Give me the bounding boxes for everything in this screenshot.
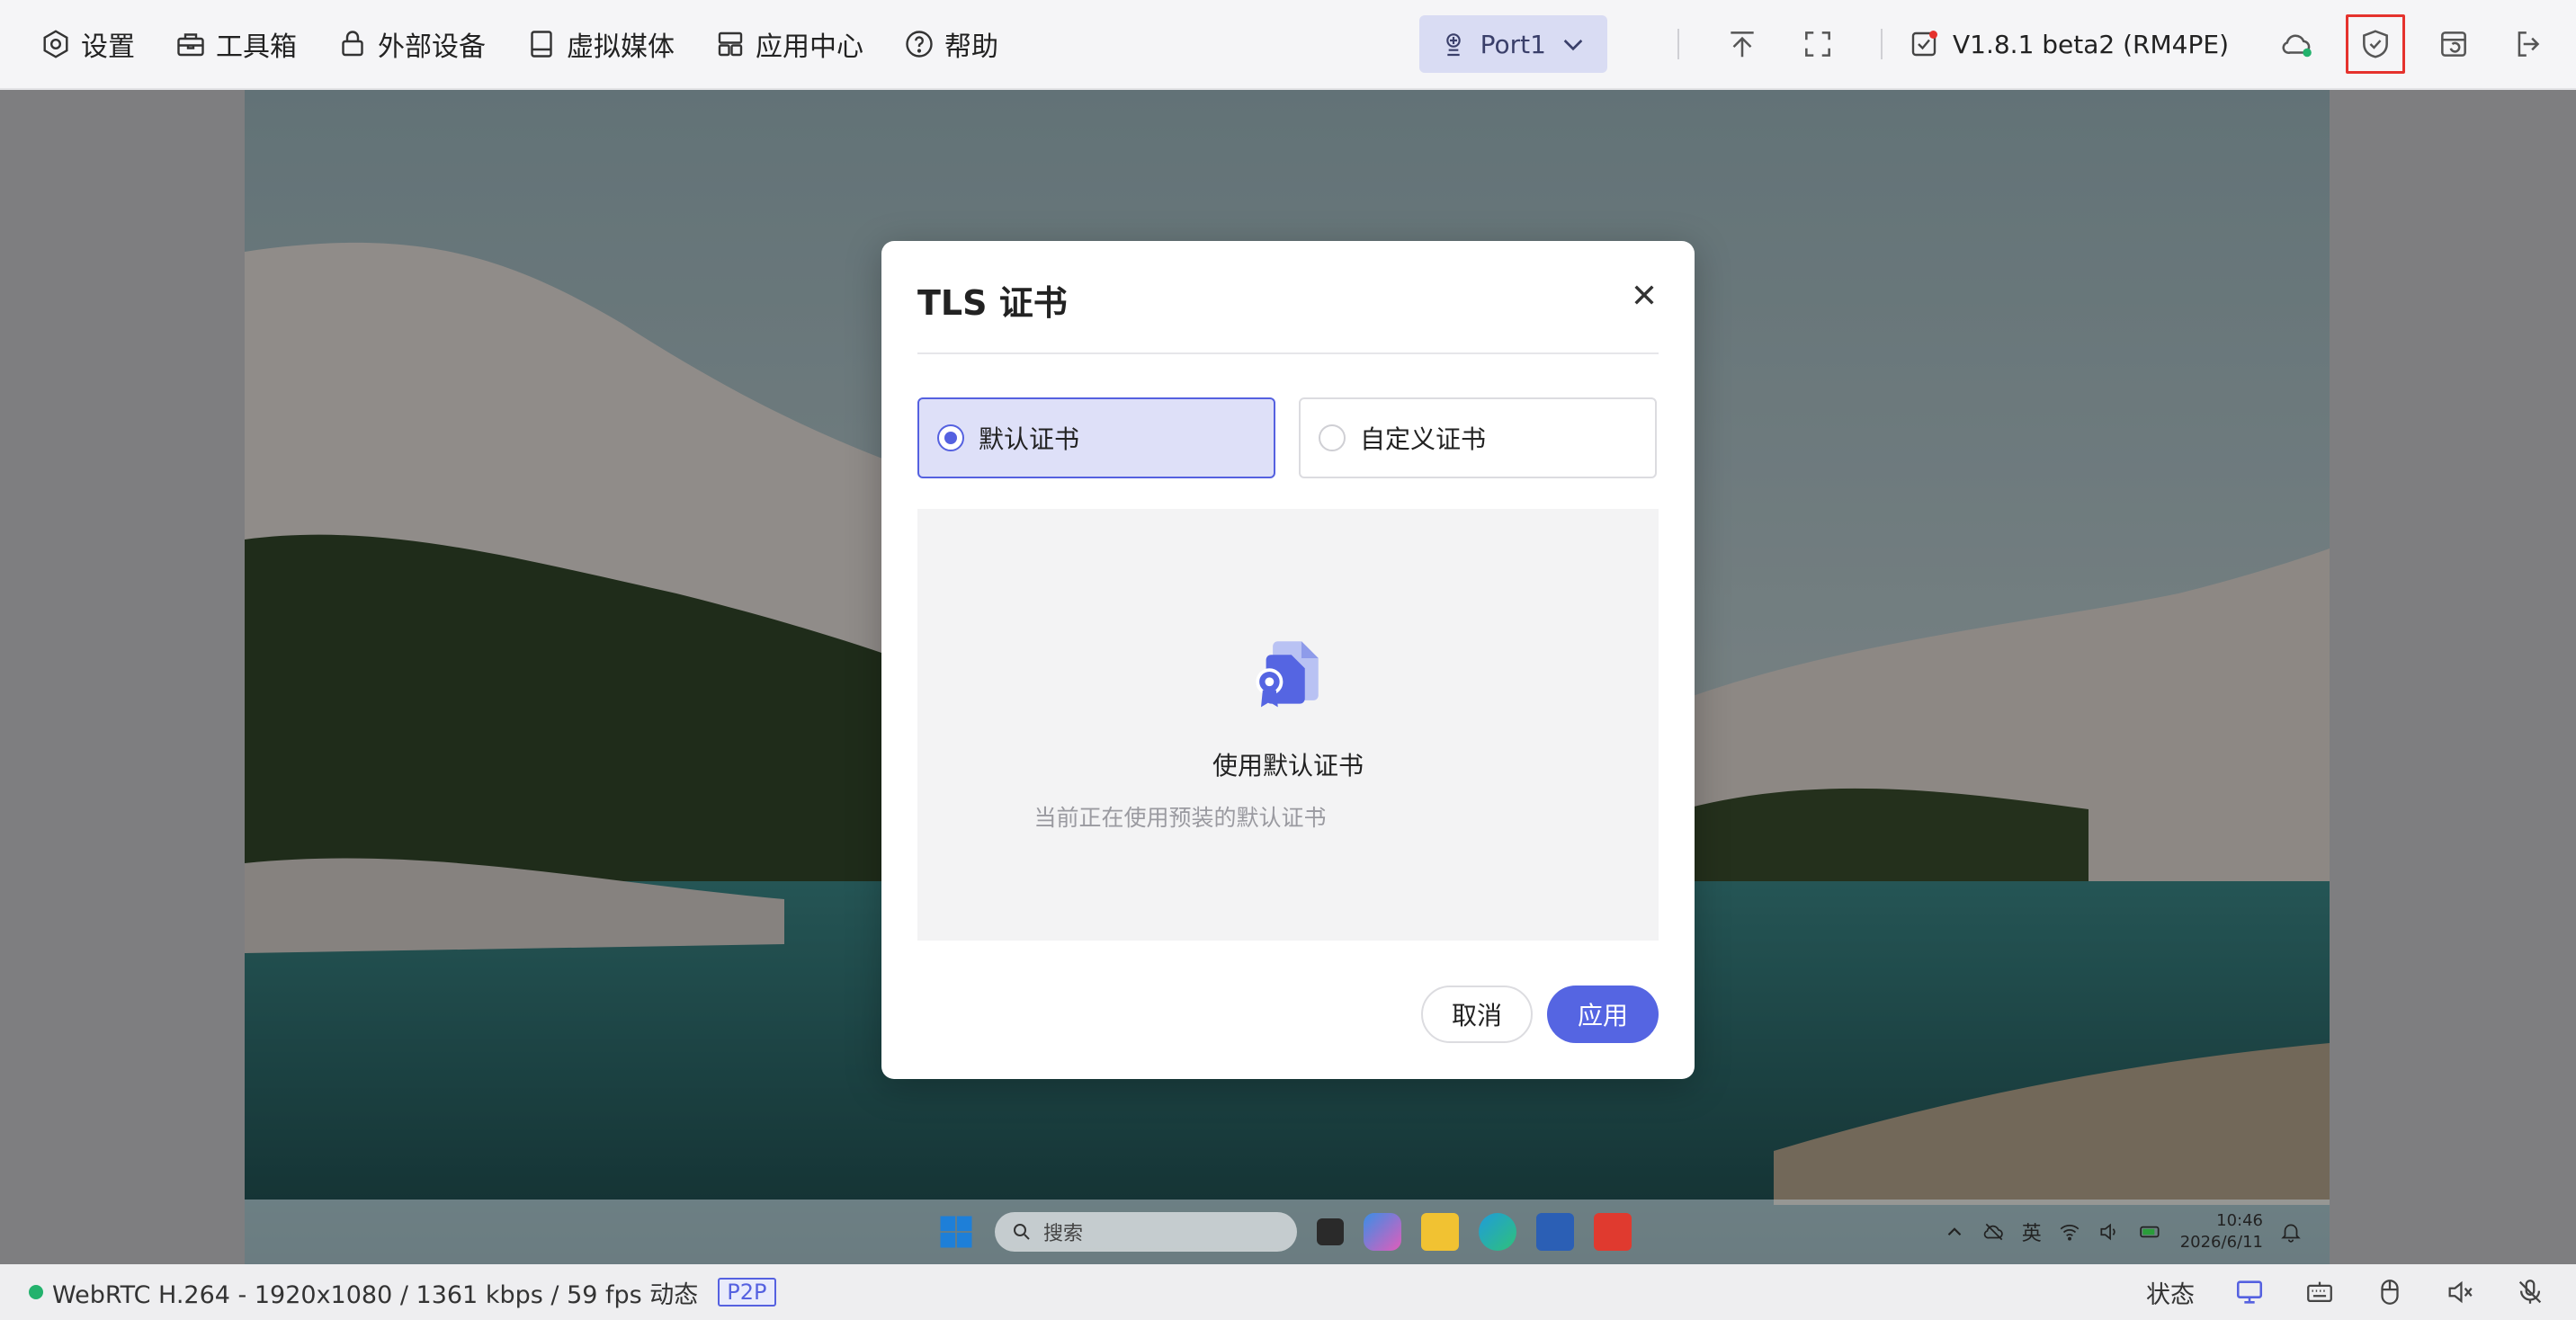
port-selector[interactable]: Port1 <box>1418 15 1607 73</box>
connection-status-dot <box>29 1285 43 1299</box>
wifi-icon[interactable] <box>2058 1220 2081 1244</box>
toolbox-icon <box>177 33 204 57</box>
chevron-down-icon <box>1563 40 1583 51</box>
task-view-icon[interactable] <box>1317 1218 1344 1245</box>
menu-help[interactable]: 帮助 <box>903 24 998 64</box>
panel-description: 当前正在使用预装的默认证书 <box>1033 805 1327 831</box>
volume-icon[interactable] <box>2097 1220 2121 1244</box>
fullscreen-button[interactable] <box>1791 17 1845 71</box>
menu-virtual-media[interactable]: 虚拟媒体 <box>525 24 675 64</box>
menu-settings[interactable]: 设置 <box>40 24 135 64</box>
port-label: Port1 <box>1480 29 1546 59</box>
fullscreen-icon <box>1805 31 1830 57</box>
option-default-certificate[interactable]: 默认证书 <box>917 397 1275 478</box>
menu-toolbox-label: 工具箱 <box>216 31 297 63</box>
microphone-muted-icon[interactable] <box>2515 1277 2545 1307</box>
clock-date: 2026/6/11 <box>2179 1233 2263 1252</box>
clock-time: 10:46 <box>2216 1211 2263 1230</box>
menu-virtual-media-label: 虚拟媒体 <box>567 31 675 63</box>
taskbar-center: 搜索 <box>937 1200 1632 1264</box>
session-button[interactable] <box>2427 17 2481 71</box>
windows-start-icon[interactable] <box>937 1213 975 1251</box>
menu-app-center-label: 应用中心 <box>756 31 863 63</box>
speaker-muted-icon[interactable] <box>2445 1277 2475 1307</box>
cloud-off-icon[interactable] <box>1982 1220 2006 1244</box>
version-label: V1.8.1 beta2 (RM4PE) <box>1952 29 2229 59</box>
toolbar-divider <box>1880 29 1883 59</box>
dialog-close-button[interactable] <box>1624 275 1664 315</box>
monitor-icon[interactable] <box>2234 1277 2265 1307</box>
toolbar-right: Port1 V1.8.1 beta2 (RM4PE) <box>1418 0 2576 88</box>
lock-icon <box>342 31 363 57</box>
radio-default-selected[interactable] <box>937 424 964 451</box>
edge-icon[interactable] <box>1479 1213 1516 1251</box>
menu-help-label: 帮助 <box>944 31 998 63</box>
option-custom-label: 自定义证书 <box>1360 424 1487 454</box>
option-custom-certificate[interactable]: 自定义证书 <box>1299 397 1657 478</box>
cancel-button[interactable]: 取消 <box>1421 986 1533 1043</box>
option-default-label: 默认证书 <box>979 424 1080 454</box>
file-explorer-icon[interactable] <box>1421 1213 1459 1251</box>
taskbar-clock[interactable]: 10:46 2026/6/11 <box>2180 1210 2263 1253</box>
apps-icon <box>718 31 743 57</box>
keyboard-icon[interactable] <box>2304 1277 2335 1307</box>
cloud-icon <box>2282 34 2312 58</box>
upload-button[interactable] <box>1715 17 1769 71</box>
version-info[interactable]: V1.8.1 beta2 (RM4PE) <box>1908 28 2229 60</box>
menu-toolbox[interactable]: 工具箱 <box>174 24 297 64</box>
radio-custom[interactable] <box>1319 424 1346 451</box>
menu-app-center[interactable]: 应用中心 <box>714 24 863 64</box>
cloud-button[interactable] <box>2270 17 2324 71</box>
menu-peripherals-label: 外部设备 <box>378 31 486 63</box>
tls-certificate-button[interactable] <box>2346 14 2405 74</box>
port-icon <box>1445 33 1461 57</box>
dialog-divider <box>917 352 1659 354</box>
logout-button[interactable] <box>2502 17 2556 71</box>
top-toolbar: 设置 工具箱 外部设备 虚拟媒体 应用中心 帮助 Port1 V1.8.1 be… <box>0 0 2576 90</box>
certificate-info-panel: 使用默认证书 当前正在使用预装的默认证书 <box>917 509 1659 941</box>
store-icon[interactable] <box>1536 1213 1574 1251</box>
panel-title: 使用默认证书 <box>1212 751 1364 780</box>
menu-peripherals[interactable]: 外部设备 <box>336 24 486 64</box>
stream-info: WebRTC H.264 - 1920x1080 / 1361 kbps / 5… <box>52 1280 699 1309</box>
close-icon <box>1634 285 1654 305</box>
windows-taskbar: 搜索 英 10:46 2026/6/11 <box>245 1200 2330 1264</box>
upload-icon <box>1731 31 1754 58</box>
taskbar-tray: 英 10:46 2026/6/11 <box>1943 1200 2303 1264</box>
taskbar-search-placeholder: 搜索 <box>1043 1223 1084 1245</box>
remote-margin-left <box>0 90 245 1264</box>
certificate-icon <box>1256 641 1319 708</box>
ime-indicator[interactable]: 英 <box>2022 1217 2042 1246</box>
notification-bell-icon[interactable] <box>2279 1220 2303 1244</box>
toolbar-divider <box>1677 29 1679 59</box>
p2p-badge: P2P <box>718 1278 776 1307</box>
logout-icon <box>2518 31 2540 57</box>
mouse-icon[interactable] <box>2375 1277 2405 1307</box>
battery-icon[interactable] <box>2137 1220 2164 1244</box>
remote-margin-right <box>2330 90 2576 1264</box>
shield-check-icon <box>2363 30 2388 58</box>
dialog-title: TLS 证书 <box>917 283 1068 323</box>
help-icon <box>906 31 933 58</box>
media-icon <box>531 31 552 58</box>
apply-button[interactable]: 应用 <box>1547 986 1659 1043</box>
main-menu: 设置 工具箱 外部设备 虚拟媒体 应用中心 帮助 <box>40 24 1038 64</box>
status-bar: WebRTC H.264 - 1920x1080 / 1361 kbps / 5… <box>0 1264 2576 1320</box>
copilot-icon[interactable] <box>1364 1213 1401 1251</box>
taskbar-search[interactable]: 搜索 <box>995 1212 1297 1252</box>
window-restore-icon <box>2441 31 2466 57</box>
status-label[interactable]: 状态 <box>2146 1275 2195 1310</box>
chevron-up-icon[interactable] <box>1943 1220 1966 1244</box>
wps-icon[interactable] <box>1594 1213 1632 1251</box>
update-icon <box>1911 31 1937 57</box>
tls-certificate-dialog: TLS 证书 默认证书 自定义证书 使用默认证书 当前正在使用预装的默认证书 取… <box>881 241 1695 1079</box>
status-actions: 状态 <box>2146 1264 2545 1320</box>
menu-settings-label: 设置 <box>81 31 135 63</box>
settings-icon <box>43 30 68 58</box>
search-icon <box>1014 1224 1030 1240</box>
